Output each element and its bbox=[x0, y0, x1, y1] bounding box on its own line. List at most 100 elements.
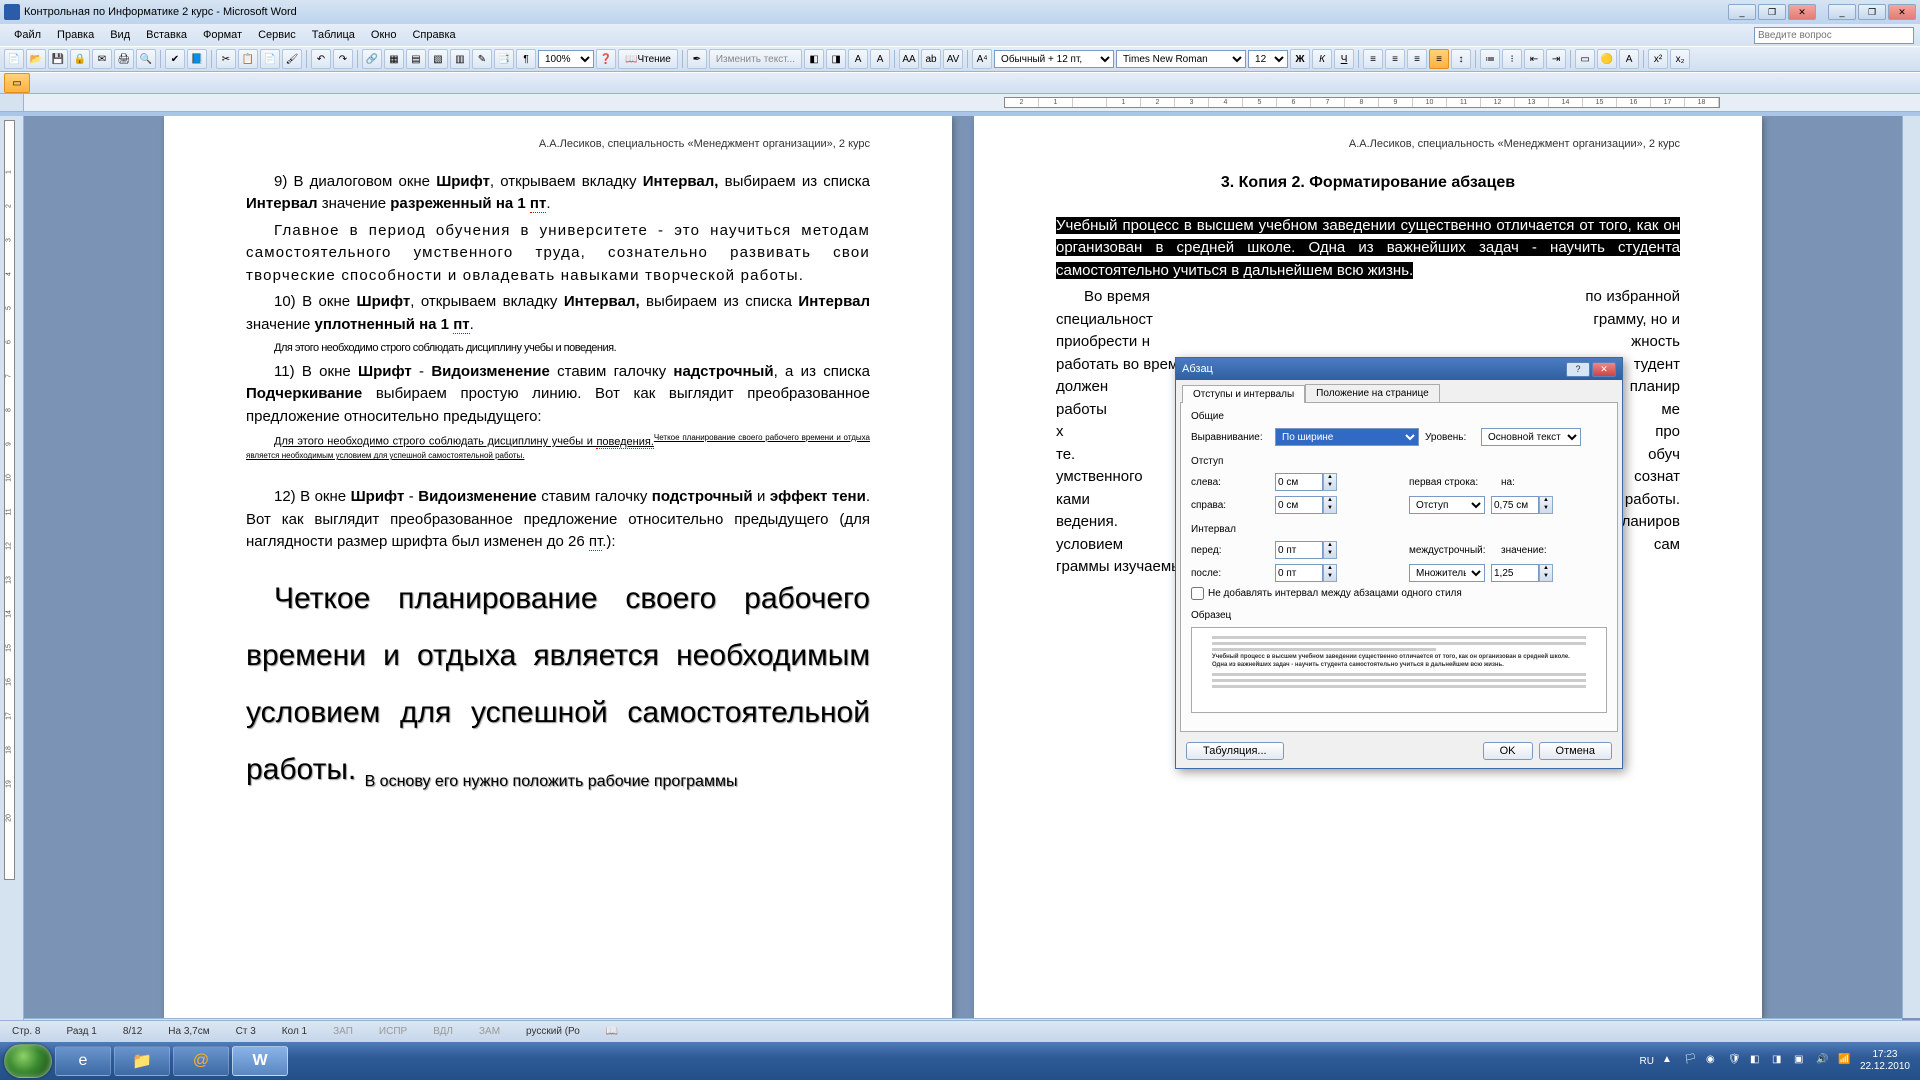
font-select[interactable]: Times New Roman bbox=[1116, 50, 1246, 68]
tabs-button[interactable]: Табуляция... bbox=[1186, 742, 1284, 760]
fontsize-select[interactable]: 12 bbox=[1248, 50, 1288, 68]
doc-minimize-button[interactable]: _ bbox=[1828, 4, 1856, 20]
close-button[interactable]: ✕ bbox=[1788, 4, 1816, 20]
tb-misc3-icon[interactable]: A bbox=[848, 49, 868, 69]
docmap-icon[interactable]: 📑 bbox=[494, 49, 514, 69]
excel-icon[interactable]: ▧ bbox=[428, 49, 448, 69]
columns-icon[interactable]: ▥ bbox=[450, 49, 470, 69]
ok-button[interactable]: OK bbox=[1483, 742, 1533, 760]
tray-show-hidden-icon[interactable]: ▲ bbox=[1662, 1054, 1676, 1068]
menu-format[interactable]: Формат bbox=[195, 27, 250, 43]
ink-icon[interactable]: ✒ bbox=[687, 49, 707, 69]
cancel-button[interactable]: Отмена bbox=[1539, 742, 1612, 760]
doc-close-button[interactable]: ✕ bbox=[1888, 4, 1916, 20]
tab-indents[interactable]: Отступы и интервалы bbox=[1182, 385, 1305, 403]
indent-left-input[interactable] bbox=[1275, 473, 1323, 491]
dialog-close-button[interactable]: ✕ bbox=[1592, 362, 1616, 377]
space-before-input[interactable] bbox=[1275, 541, 1323, 559]
doc-restore-button[interactable]: ❐ bbox=[1858, 4, 1886, 20]
spin-arrows[interactable]: ▲▼ bbox=[1323, 564, 1337, 582]
close-toolbar-icon[interactable]: ▭ bbox=[4, 73, 30, 93]
tray-lang[interactable]: RU bbox=[1639, 1056, 1653, 1067]
hyperlink-icon[interactable]: 🔗 bbox=[362, 49, 382, 69]
underline-icon[interactable]: Ч bbox=[1334, 49, 1354, 69]
tb-av-icon[interactable]: AV bbox=[943, 49, 963, 69]
styles-pane-icon[interactable]: A⁴ bbox=[972, 49, 992, 69]
inc-indent-icon[interactable]: ⇥ bbox=[1546, 49, 1566, 69]
menu-window[interactable]: Окно bbox=[363, 27, 405, 43]
firstline-by-input[interactable] bbox=[1491, 496, 1539, 514]
undo-icon[interactable]: ↶ bbox=[311, 49, 331, 69]
permission-icon[interactable]: 🔒 bbox=[70, 49, 90, 69]
status-ext[interactable]: ВДЛ bbox=[427, 1026, 459, 1037]
status-ovr[interactable]: ЗАМ bbox=[473, 1026, 506, 1037]
tray-clock[interactable]: 17:2322.12.2010 bbox=[1860, 1049, 1910, 1073]
zoom-select[interactable]: 100% bbox=[538, 50, 594, 68]
firstline-select[interactable]: Отступ bbox=[1409, 496, 1485, 514]
spin-arrows[interactable]: ▲▼ bbox=[1323, 541, 1337, 559]
menu-file[interactable]: Файл bbox=[6, 27, 49, 43]
status-rec[interactable]: ЗАП bbox=[327, 1026, 359, 1037]
ruler-horizontal[interactable]: 21123456789101112131415161718 bbox=[0, 94, 1920, 112]
tray-app1-icon[interactable]: ◧ bbox=[1750, 1054, 1764, 1068]
scrollbar-vertical[interactable] bbox=[1902, 116, 1920, 1018]
help-search-input[interactable] bbox=[1754, 27, 1914, 44]
change-text-button[interactable]: Изменить текст... bbox=[709, 49, 802, 69]
tray-shield-icon[interactable]: 🛡 bbox=[1728, 1054, 1742, 1068]
redo-icon[interactable]: ↷ bbox=[333, 49, 353, 69]
page-left[interactable]: А.А.Лесиков, специальность «Менеджмент о… bbox=[164, 116, 952, 1018]
menu-tools[interactable]: Сервис bbox=[250, 27, 304, 43]
alignment-select[interactable]: По ширине bbox=[1275, 428, 1419, 446]
tab-pagination[interactable]: Положение на странице bbox=[1305, 384, 1439, 402]
menu-table[interactable]: Таблица bbox=[304, 27, 363, 43]
spin-arrows[interactable]: ▲▼ bbox=[1323, 473, 1337, 491]
format-painter-icon[interactable]: 🖌 bbox=[282, 49, 302, 69]
task-explorer[interactable]: 📁 bbox=[114, 1046, 170, 1076]
tb-misc2-icon[interactable]: ◨ bbox=[826, 49, 846, 69]
task-mail[interactable]: @ bbox=[173, 1046, 229, 1076]
new-icon[interactable]: 📄 bbox=[4, 49, 24, 69]
print-icon[interactable]: 🖨 bbox=[114, 49, 134, 69]
menu-editmenu[interactable]: Правка bbox=[49, 27, 102, 43]
spell-icon[interactable]: ✔ bbox=[165, 49, 185, 69]
preview-icon[interactable]: 🔍 bbox=[136, 49, 156, 69]
spin-arrows[interactable]: ▲▼ bbox=[1539, 564, 1553, 582]
save-icon[interactable]: 💾 bbox=[48, 49, 68, 69]
task-word[interactable]: W bbox=[232, 1046, 288, 1076]
indent-right-input[interactable] bbox=[1275, 496, 1323, 514]
menu-help[interactable]: Справка bbox=[404, 27, 463, 43]
numbered-list-icon[interactable]: ≔ bbox=[1480, 49, 1500, 69]
restore-button[interactable]: ❐ bbox=[1758, 4, 1786, 20]
style-select[interactable]: Обычный + 12 пт, bbox=[994, 50, 1114, 68]
tray-app2-icon[interactable]: ◨ bbox=[1772, 1054, 1786, 1068]
highlight-icon[interactable]: 🟡 bbox=[1597, 49, 1617, 69]
tray-network-icon[interactable]: 📶 bbox=[1838, 1054, 1852, 1068]
status-lang[interactable]: русский (Ро bbox=[520, 1026, 586, 1037]
tables-icon[interactable]: ▦ bbox=[384, 49, 404, 69]
dialog-titlebar[interactable]: Абзац ? ✕ bbox=[1176, 358, 1622, 380]
align-center-icon[interactable]: ≡ bbox=[1385, 49, 1405, 69]
task-ie[interactable]: e bbox=[55, 1046, 111, 1076]
drawing-icon[interactable]: ✎ bbox=[472, 49, 492, 69]
status-trk[interactable]: ИСПР bbox=[373, 1026, 413, 1037]
tray-flag-icon[interactable]: 🏳 bbox=[1684, 1054, 1698, 1068]
tray-app3-icon[interactable]: ▣ bbox=[1794, 1054, 1808, 1068]
status-spellcheck-icon[interactable]: 📖 bbox=[600, 1026, 624, 1037]
ruler-vertical[interactable]: 1234567891011121314151617181920 bbox=[0, 116, 24, 1032]
read-button[interactable]: 📖 Чтение bbox=[618, 49, 678, 69]
linespacing-select[interactable]: Множитель bbox=[1409, 564, 1485, 582]
show-marks-icon[interactable]: ¶ bbox=[516, 49, 536, 69]
tray-net-icon[interactable]: ◉ bbox=[1706, 1054, 1720, 1068]
align-right-icon[interactable]: ≡ bbox=[1407, 49, 1427, 69]
super-icon[interactable]: x² bbox=[1648, 49, 1668, 69]
line-spacing-icon[interactable]: ↕ bbox=[1451, 49, 1471, 69]
copy-icon[interactable]: 📋 bbox=[238, 49, 258, 69]
no-space-checkbox[interactable] bbox=[1191, 587, 1204, 600]
tb-aa-icon[interactable]: AA bbox=[899, 49, 919, 69]
bulleted-list-icon[interactable]: ⁝ bbox=[1502, 49, 1522, 69]
dialog-help-button[interactable]: ? bbox=[1566, 362, 1590, 377]
linespacing-value-input[interactable] bbox=[1491, 564, 1539, 582]
spin-arrows[interactable]: ▲▼ bbox=[1539, 496, 1553, 514]
minimize-button[interactable]: _ bbox=[1728, 4, 1756, 20]
mail-icon[interactable]: ✉ bbox=[92, 49, 112, 69]
